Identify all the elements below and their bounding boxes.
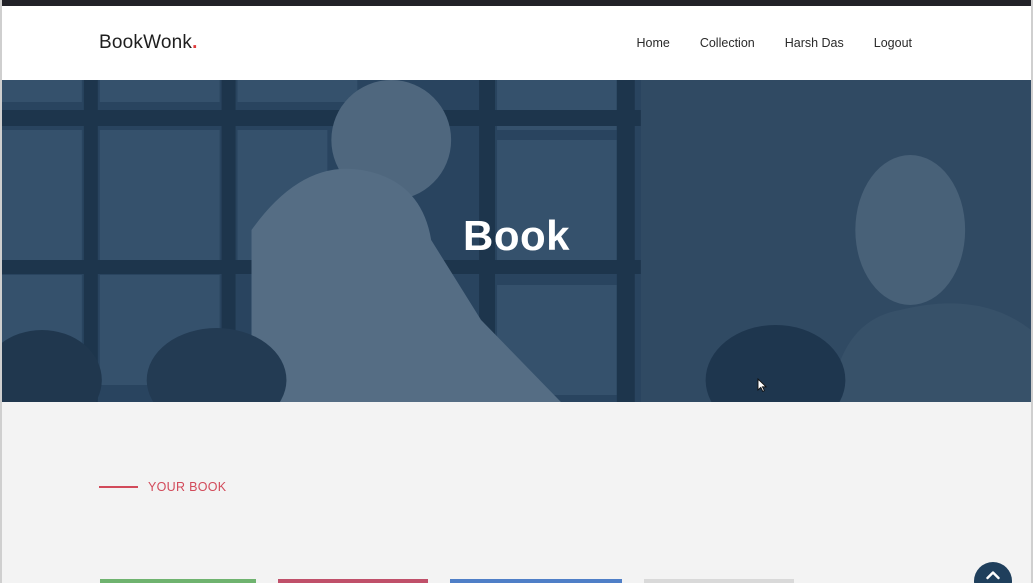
book-card-edge[interactable] <box>278 579 428 583</box>
brand-dot: . <box>192 32 198 53</box>
chevron-up-icon <box>986 571 1000 580</box>
page-title: Book <box>463 212 570 259</box>
hero-banner: Book <box>2 80 1031 402</box>
mouse-pointer-icon <box>757 378 767 392</box>
book-card-edge[interactable] <box>644 579 794 583</box>
your-book-section: YOUR BOOK <box>2 402 1031 583</box>
nav-collection-link[interactable]: Collection <box>700 36 755 50</box>
section-heading-label: YOUR BOOK <box>148 480 227 494</box>
section-heading-line <box>99 486 138 488</box>
section-heading: YOUR BOOK <box>99 480 226 494</box>
navbar: BookWonk. Home Collection Harsh Das Logo… <box>2 6 1031 80</box>
nav-logout-link[interactable]: Logout <box>874 36 912 50</box>
nav-user-link[interactable]: Harsh Das <box>785 36 844 50</box>
nav-links: Home Collection Harsh Das Logout <box>606 36 912 50</box>
book-card-edge[interactable] <box>450 579 622 583</box>
brand-name: BookWonk <box>99 32 193 53</box>
app-window: BookWonk. Home Collection Harsh Das Logo… <box>0 0 1033 583</box>
book-card-edge[interactable] <box>100 579 256 583</box>
brand-logo[interactable]: BookWonk. <box>99 32 198 54</box>
nav-home-link[interactable]: Home <box>636 36 669 50</box>
